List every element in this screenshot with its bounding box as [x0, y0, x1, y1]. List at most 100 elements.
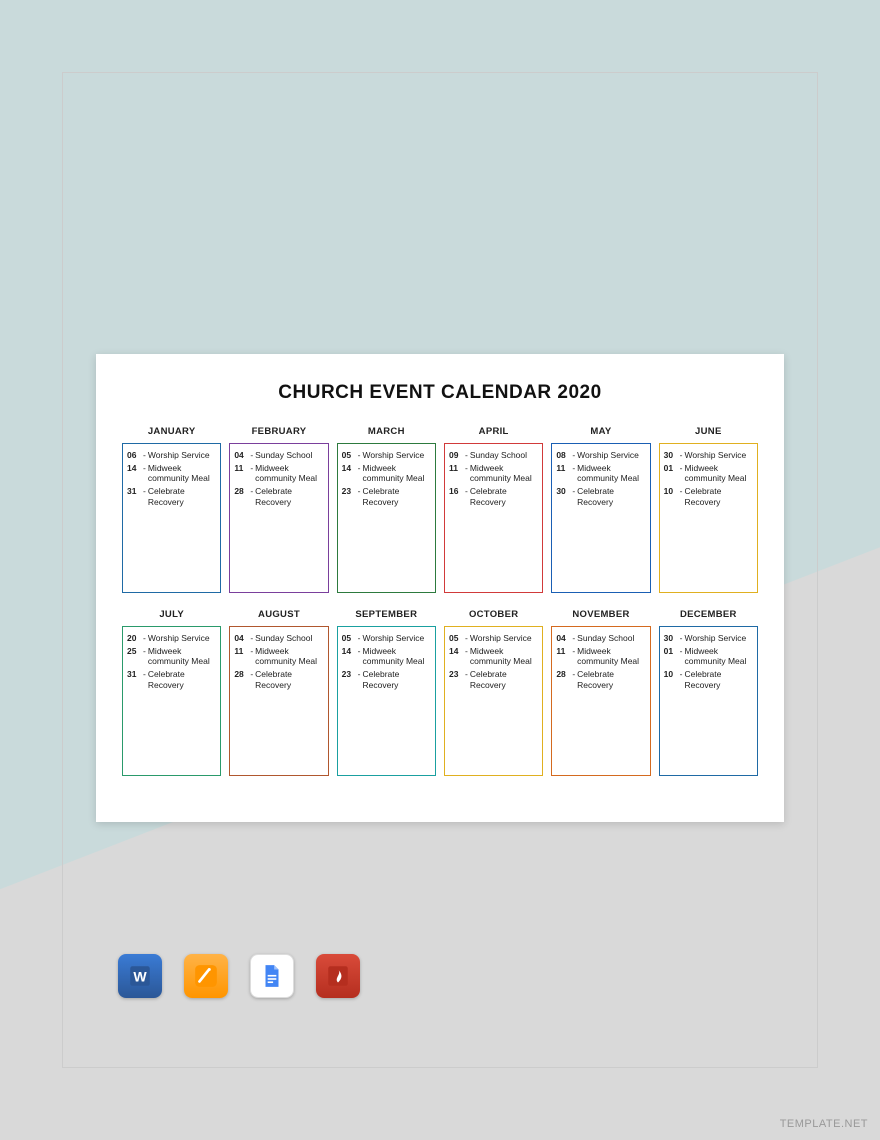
event-row: 23-Celebrate Recovery — [449, 669, 538, 690]
calendar-grid: JANUARY06-Worship Service14-Midweek comm… — [122, 426, 758, 776]
event-dash: - — [572, 646, 575, 667]
month-box: 30-Worship Service01-Midweek community M… — [659, 443, 758, 593]
event-day: 14 — [127, 463, 141, 484]
month-name: JUNE — [659, 426, 758, 437]
month-column: MAY08-Worship Service11-Midweek communit… — [551, 426, 650, 593]
month-column: AUGUST04-Sunday School11-Midweek communi… — [229, 609, 328, 776]
event-day: 11 — [556, 646, 570, 667]
event-text: Midweek community Meal — [255, 463, 323, 484]
event-text: Worship Service — [148, 633, 210, 644]
month-name: NOVEMBER — [551, 609, 650, 620]
event-text: Celebrate Recovery — [148, 486, 216, 507]
event-day: 05 — [449, 633, 463, 644]
event-row: 20-Worship Service — [127, 633, 216, 644]
event-dash: - — [465, 486, 468, 507]
event-day: 30 — [664, 633, 678, 644]
word-icon[interactable]: W — [118, 954, 162, 998]
event-row: 01-Midweek community Meal — [664, 463, 753, 484]
event-day: 04 — [234, 450, 248, 461]
event-day: 05 — [342, 633, 356, 644]
event-text: Sunday School — [255, 633, 312, 644]
event-row: 04-Sunday School — [234, 450, 323, 461]
event-row: 31-Celebrate Recovery — [127, 669, 216, 690]
event-row: 04-Sunday School — [556, 633, 645, 644]
month-name: MARCH — [337, 426, 436, 437]
event-text: Celebrate Recovery — [470, 486, 538, 507]
event-text: Sunday School — [470, 450, 527, 461]
event-day: 25 — [127, 646, 141, 667]
event-row: 10-Celebrate Recovery — [664, 669, 753, 690]
event-row: 09-Sunday School — [449, 450, 538, 461]
format-icons-row: W — [118, 954, 360, 998]
event-day: 14 — [342, 463, 356, 484]
event-day: 31 — [127, 486, 141, 507]
event-day: 28 — [556, 669, 570, 690]
event-text: Worship Service — [577, 450, 639, 461]
google-docs-icon[interactable] — [250, 954, 294, 998]
month-box: 05-Worship Service14-Midweek community M… — [337, 626, 436, 776]
event-dash: - — [680, 669, 683, 690]
event-day: 01 — [664, 463, 678, 484]
event-dash: - — [358, 486, 361, 507]
event-text: Midweek community Meal — [148, 463, 216, 484]
month-column: FEBRUARY04-Sunday School11-Midweek commu… — [229, 426, 328, 593]
event-dash: - — [572, 463, 575, 484]
event-day: 23 — [342, 486, 356, 507]
document-page: CHURCH EVENT CALENDAR 2020 JANUARY06-Wor… — [96, 354, 784, 822]
event-dash: - — [250, 463, 253, 484]
event-dash: - — [680, 646, 683, 667]
event-dash: - — [143, 669, 146, 690]
event-row: 11-Midweek community Meal — [449, 463, 538, 484]
event-row: 10-Celebrate Recovery — [664, 486, 753, 507]
event-day: 09 — [449, 450, 463, 461]
month-name: SEPTEMBER — [337, 609, 436, 620]
event-text: Midweek community Meal — [685, 463, 754, 484]
event-dash: - — [250, 646, 253, 667]
pages-icon[interactable] — [184, 954, 228, 998]
event-dash: - — [680, 633, 683, 644]
event-row: 30-Celebrate Recovery — [556, 486, 645, 507]
event-dash: - — [143, 463, 146, 484]
event-text: Midweek community Meal — [470, 646, 538, 667]
event-text: Midweek community Meal — [577, 463, 645, 484]
month-column: SEPTEMBER 05-Worship Service14-Midweek co… — [337, 609, 436, 776]
event-text: Celebrate Recovery — [685, 669, 754, 690]
event-day: 20 — [127, 633, 141, 644]
event-day: 11 — [556, 463, 570, 484]
month-name: FEBRUARY — [229, 426, 328, 437]
event-dash: - — [680, 486, 683, 507]
event-day: 23 — [342, 669, 356, 690]
event-row: 14-Midweek community Meal — [342, 463, 431, 484]
pdf-icon[interactable] — [316, 954, 360, 998]
watermark-text: TEMPLATE.NET — [780, 1118, 868, 1130]
month-box: 05-Worship Service 14-Midweek community M… — [337, 443, 436, 593]
event-day: 11 — [234, 646, 248, 667]
event-day: 05 — [342, 450, 356, 461]
event-row: 05-Worship Service — [342, 450, 431, 461]
event-row: 14-Midweek community Meal — [127, 463, 216, 484]
event-dash: - — [143, 486, 146, 507]
event-text: Celebrate Recovery — [363, 669, 432, 690]
event-text: Worship Service — [470, 633, 532, 644]
event-row: 28-Celebrate Recovery — [234, 669, 323, 690]
event-dash: - — [572, 669, 575, 690]
event-row: 31-Celebrate Recovery — [127, 486, 216, 507]
month-box: 20-Worship Service25-Midweek community M… — [122, 626, 221, 776]
month-box: 06-Worship Service14-Midweek community M… — [122, 443, 221, 593]
event-day: 31 — [127, 669, 141, 690]
event-row: 30-Worship Service — [664, 633, 753, 644]
event-text: Worship Service — [685, 450, 747, 461]
event-dash: - — [572, 450, 575, 461]
event-day: 01 — [664, 646, 678, 667]
svg-text:W: W — [133, 968, 147, 984]
event-dash: - — [572, 486, 575, 507]
event-text: Worship Service — [363, 633, 425, 644]
event-text: Sunday School — [577, 633, 634, 644]
event-text: Sunday School — [255, 450, 312, 461]
event-text: Midweek community Meal — [577, 646, 645, 667]
event-dash: - — [680, 463, 683, 484]
event-day: 08 — [556, 450, 570, 461]
event-dash: - — [465, 646, 468, 667]
month-box: 04-Sunday School 11-Midweek community Mea… — [551, 626, 650, 776]
month-name: MAY — [551, 426, 650, 437]
